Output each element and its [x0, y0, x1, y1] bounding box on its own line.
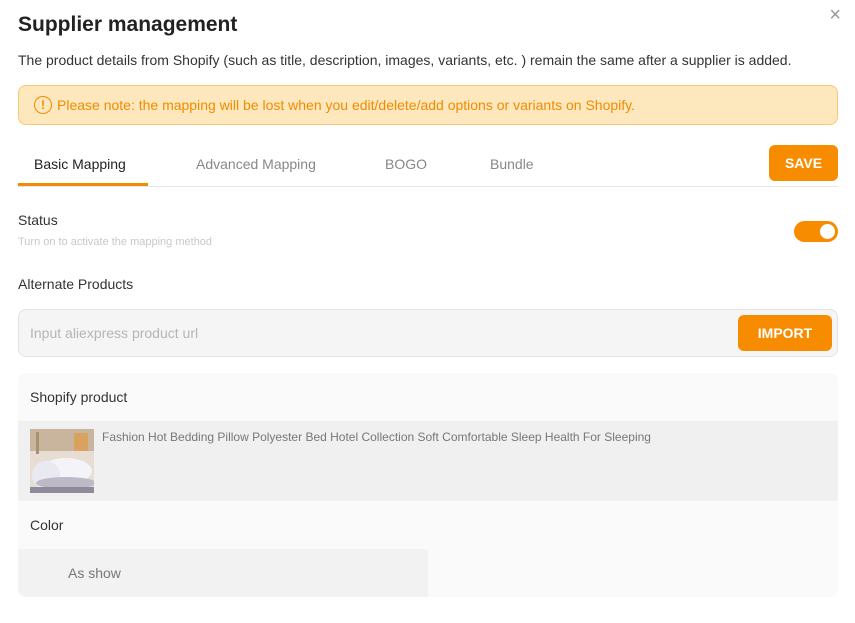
- status-label: Status: [18, 212, 58, 228]
- pillow-image-icon: [30, 429, 94, 493]
- tab-bundle[interactable]: Bundle: [490, 145, 534, 187]
- warning-icon: !: [34, 96, 52, 114]
- import-button[interactable]: IMPORT: [738, 315, 832, 351]
- active-tab-indicator: [18, 183, 148, 186]
- mapping-tabs: Basic Mapping Advanced Mapping BOGO Bund…: [18, 145, 838, 187]
- close-icon[interactable]: ×: [829, 5, 841, 25]
- shopify-product-title: Shopify product: [30, 389, 128, 405]
- product-name: Fashion Hot Bedding Pillow Polyester Bed…: [102, 430, 651, 444]
- status-toggle[interactable]: [794, 221, 838, 242]
- mapping-notice: ! Please note: the mapping will be lost …: [18, 85, 838, 125]
- option-color-label: Color: [30, 517, 64, 533]
- shopify-product-panel: Shopify product Fashion Hot Bedding Pill…: [18, 373, 838, 597]
- modal-description: The product details from Shopify (such a…: [18, 52, 792, 68]
- color-option-row: As show: [18, 549, 428, 597]
- tab-basic-mapping[interactable]: Basic Mapping: [34, 145, 126, 187]
- aliexpress-url-input[interactable]: [30, 320, 730, 346]
- tab-bogo[interactable]: BOGO: [385, 145, 427, 187]
- status-hint: Turn on to activate the mapping method: [18, 236, 213, 248]
- toggle-knob: [820, 224, 835, 239]
- modal-title: Supplier management: [18, 13, 238, 36]
- save-button[interactable]: SAVE: [769, 145, 838, 181]
- color-option-value: As show: [68, 565, 121, 581]
- product-row: Fashion Hot Bedding Pillow Polyester Bed…: [18, 421, 838, 501]
- tab-advanced-mapping[interactable]: Advanced Mapping: [196, 145, 316, 187]
- alternate-products-label: Alternate Products: [18, 276, 134, 292]
- notice-text: Please note: the mapping will be lost wh…: [57, 97, 635, 113]
- url-input-container: IMPORT: [18, 309, 838, 357]
